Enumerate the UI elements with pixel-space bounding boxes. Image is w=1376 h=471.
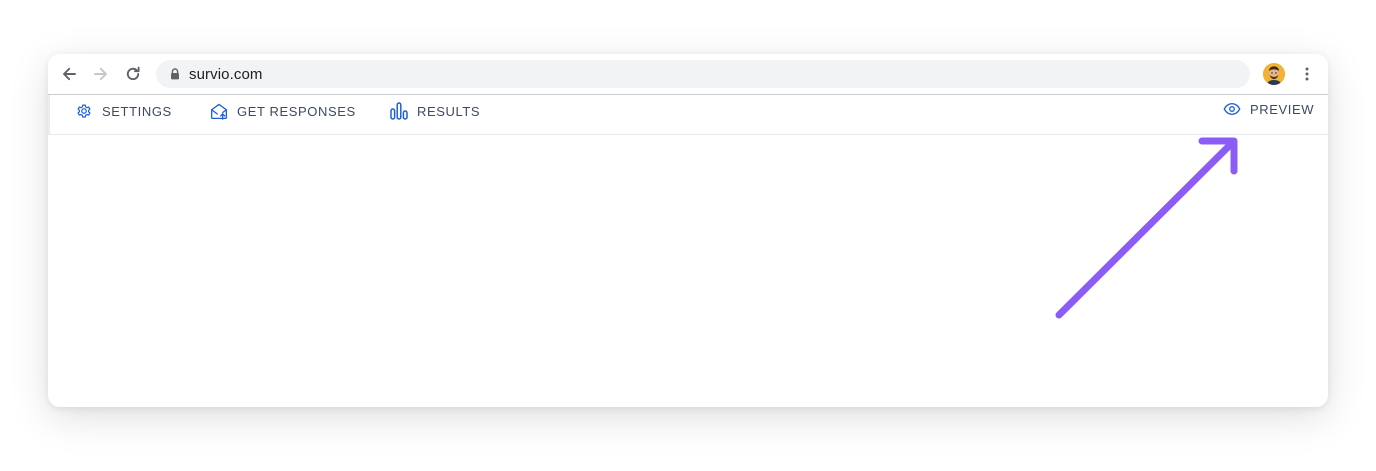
url-text[interactable]: survio.com — [189, 66, 263, 83]
kebab-menu-icon — [1305, 67, 1309, 81]
tab-preview[interactable]: PREVIEW — [1222, 93, 1314, 125]
forward-button[interactable] — [89, 62, 113, 86]
app-navigation-bar: SETTINGS GET RESPONSES RESULTS PREVIEW — [48, 95, 1328, 135]
lock-icon — [168, 67, 182, 81]
screenshot-stage: survio.com SETTINGS GET RESPONSES RESULT… — [0, 0, 1376, 471]
address-bar[interactable]: survio.com — [156, 60, 1250, 88]
envelope-upload-icon — [209, 101, 229, 121]
back-button[interactable] — [57, 62, 81, 86]
gear-icon — [74, 101, 94, 121]
tab-settings[interactable]: SETTINGS — [74, 95, 172, 127]
tab-settings-label: SETTINGS — [102, 103, 172, 119]
reload-button[interactable] — [121, 62, 145, 86]
avatar-icon — [1263, 63, 1285, 85]
arrow-right-icon — [94, 67, 107, 81]
tab-get-responses[interactable]: GET RESPONSES — [209, 95, 356, 127]
browser-window: survio.com SETTINGS GET RESPONSES RESULT… — [48, 54, 1328, 407]
profile-avatar[interactable] — [1263, 63, 1285, 85]
page-content-area — [48, 135, 1328, 407]
tab-get-responses-label: GET RESPONSES — [237, 103, 356, 119]
eye-icon — [1222, 99, 1242, 119]
tab-results[interactable]: RESULTS — [389, 95, 480, 127]
arrow-left-icon — [63, 67, 76, 81]
browser-toolbar: survio.com — [48, 54, 1328, 95]
tab-preview-label: PREVIEW — [1250, 101, 1315, 117]
reload-icon — [126, 66, 140, 81]
bar-chart-icon — [389, 101, 409, 121]
browser-menu-button[interactable] — [1296, 63, 1318, 85]
tab-results-label: RESULTS — [417, 103, 481, 119]
